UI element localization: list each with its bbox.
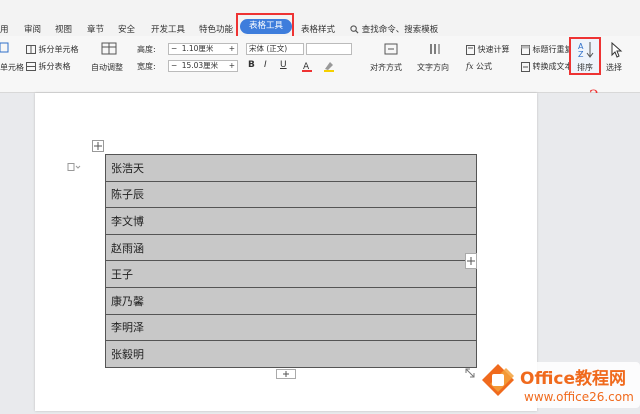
split-table-icon (26, 62, 36, 71)
sort-icon: AZ (578, 42, 594, 58)
header-repeat-button[interactable]: 标题行重复 (521, 44, 571, 55)
ribbon-tab-bar: 用 审阅 视图 章节 安全 开发工具 特色功能 表格工具 表格样式 查找命令、搜… (0, 0, 640, 36)
to-text-button[interactable]: 转换成文本 (521, 61, 572, 72)
align-button[interactable]: 对齐方式 (370, 62, 402, 73)
height-plus-button[interactable]: + (229, 44, 237, 54)
table-row[interactable]: 王子 (105, 260, 477, 288)
autofit-button[interactable]: 自动调整 (91, 62, 123, 73)
to-text-label: 转换成文本 (532, 62, 572, 71)
font-color-icon[interactable]: A (301, 60, 313, 72)
fx-icon: fx (466, 62, 474, 71)
table-row[interactable]: 李明泽 (105, 313, 477, 342)
text-direction-icon (430, 44, 440, 54)
watermark-logo: Office教程网 www.office26.com (478, 354, 640, 411)
quick-calc-button[interactable]: 快速计算 (466, 44, 510, 55)
table-cell[interactable]: 李文博 (105, 207, 477, 235)
split-cells-button[interactable]: 拆分单元格 (26, 44, 79, 55)
table-row[interactable]: 张浩天 (105, 154, 477, 182)
table-row[interactable]: 张毅明 (105, 340, 477, 368)
tab-security[interactable]: 安全 (118, 23, 135, 35)
sort-button[interactable]: AZ 排序 (569, 37, 601, 75)
search-icon (350, 25, 359, 34)
merge-cells-icon (0, 42, 9, 53)
table-cell[interactable]: 李明泽 (105, 313, 477, 342)
paragraph-marker-icon[interactable] (67, 163, 81, 171)
quick-calc-label: 快速计算 (477, 45, 510, 54)
table-tools-toolbar: 单元格 拆分单元格 拆分表格 自动调整 高度: − 1.10厘米 + 宽度: −… (0, 36, 640, 93)
select-button[interactable]: 选择 (606, 62, 622, 73)
add-row-icon[interactable] (276, 369, 296, 379)
width-minus-button[interactable]: − (169, 61, 179, 70)
table-row[interactable]: 康乃馨 (105, 286, 477, 315)
header-repeat-icon (521, 44, 530, 55)
tab-developer[interactable]: 开发工具 (151, 23, 185, 35)
table-move-handle-icon[interactable] (92, 140, 104, 152)
table-row[interactable]: 陈子辰 (105, 180, 477, 209)
tab-table-style[interactable]: 表格样式 (301, 23, 335, 35)
font-name-select[interactable]: 宋体 (正文) (246, 43, 304, 55)
tab-partial[interactable]: 用 (0, 23, 9, 35)
sort-label: 排序 (577, 63, 593, 72)
convert-text-icon (521, 61, 530, 72)
svg-text:Z: Z (578, 50, 584, 58)
split-cells-label: 拆分单元格 (38, 45, 79, 54)
italic-button[interactable]: I (264, 60, 267, 70)
table-cell[interactable]: 张浩天 (105, 154, 477, 182)
formula-button[interactable]: fx 公式 (466, 61, 492, 72)
split-cells-icon (26, 45, 36, 54)
watermark-brand-text: Office教程网 (520, 368, 626, 389)
text-direction-button[interactable]: 文字方向 (417, 62, 449, 73)
height-stepper[interactable]: − 1.10厘米 + (168, 43, 238, 55)
table-row[interactable]: 李文博 (105, 207, 477, 235)
header-repeat-label: 标题行重复 (532, 45, 571, 54)
width-value: 15.03厘米 (181, 61, 219, 70)
table-row[interactable]: 赵雨涵 (105, 233, 477, 262)
tab-chapter[interactable]: 章节 (87, 23, 104, 35)
font-size-select[interactable] (306, 43, 352, 55)
font-name-value: 宋体 (正文) (249, 44, 288, 53)
table-cell[interactable]: 王子 (105, 260, 477, 288)
bold-button[interactable]: B (248, 60, 255, 70)
names-table[interactable]: 张浩天 陈子辰 李文博 赵雨涵 王子 康乃馨 李明泽 张毅明 (105, 154, 477, 368)
table-cell[interactable]: 陈子辰 (105, 180, 477, 209)
table-cell[interactable]: 赵雨涵 (105, 233, 477, 262)
command-search[interactable]: 查找命令、搜索模板 (350, 23, 438, 35)
split-table-button[interactable]: 拆分表格 (26, 61, 71, 72)
cells-label[interactable]: 单元格 (0, 62, 24, 73)
split-table-label: 拆分表格 (38, 62, 71, 71)
align-icon (384, 43, 398, 55)
add-column-icon[interactable] (465, 253, 477, 269)
height-minus-button[interactable]: − (169, 44, 179, 53)
height-value: 1.10厘米 (181, 44, 214, 53)
tab-view[interactable]: 视图 (55, 23, 72, 35)
search-placeholder: 查找命令、搜索模板 (361, 25, 439, 35)
table-cell[interactable]: 张毅明 (105, 340, 477, 368)
tab-review[interactable]: 审阅 (24, 23, 41, 35)
width-plus-button[interactable]: + (229, 61, 237, 71)
width-label: 宽度: (137, 62, 156, 71)
table-cell[interactable]: 康乃馨 (105, 286, 477, 315)
select-cursor-icon (611, 42, 623, 58)
underline-button[interactable]: U (280, 60, 287, 70)
autofit-icon (101, 42, 117, 55)
calculator-icon (466, 44, 475, 55)
formula-label: 公式 (476, 62, 493, 71)
watermark-url-text: www.office26.com (524, 390, 634, 404)
tab-features[interactable]: 特色功能 (199, 23, 233, 35)
highlight-icon[interactable] (323, 60, 335, 72)
resize-table-icon[interactable] (465, 368, 475, 378)
height-label: 高度: (137, 45, 156, 54)
width-stepper[interactable]: − 15.03厘米 + (168, 60, 238, 72)
